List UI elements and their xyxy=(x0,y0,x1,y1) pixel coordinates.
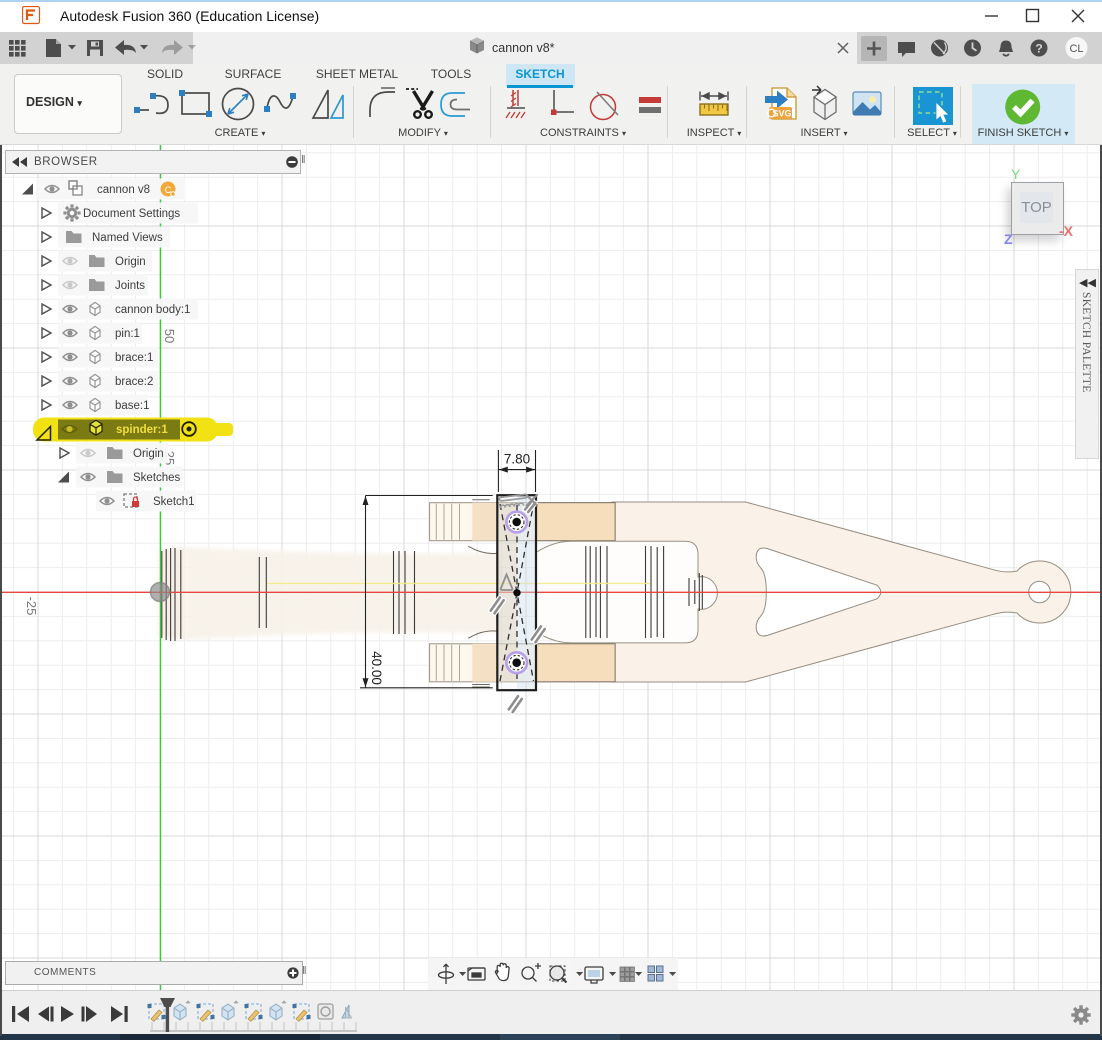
svg-text:Sketches: Sketches xyxy=(133,472,181,484)
svg-text:pin:1: pin:1 xyxy=(115,328,140,340)
svg-text:cannon v8: cannon v8 xyxy=(97,184,150,196)
svg-text:7.80: 7.80 xyxy=(504,452,530,467)
svg-text:spinder:1: spinder:1 xyxy=(116,424,168,436)
svg-text:Sketch1: Sketch1 xyxy=(153,496,195,508)
svg-text:Named Views: Named Views xyxy=(92,232,163,244)
svg-text:?: ? xyxy=(1035,42,1042,56)
svg-text:brace:2: brace:2 xyxy=(115,376,153,388)
svg-text:40.00: 40.00 xyxy=(369,651,384,685)
svg-text:brace:1: brace:1 xyxy=(115,352,153,364)
svg-text:-25: -25 xyxy=(24,597,39,616)
svg-text:Origin: Origin xyxy=(133,448,164,460)
svg-text:base:1: base:1 xyxy=(115,400,150,412)
svg-text:CL: CL xyxy=(1069,43,1083,55)
svg-text:Document Settings: Document Settings xyxy=(83,208,180,220)
svg-text:cannon v8*: cannon v8* xyxy=(492,41,555,55)
svg-text:Joints: Joints xyxy=(115,280,145,292)
svg-text:cannon body:1: cannon body:1 xyxy=(115,304,190,316)
svg-text:Origin: Origin xyxy=(115,256,146,268)
